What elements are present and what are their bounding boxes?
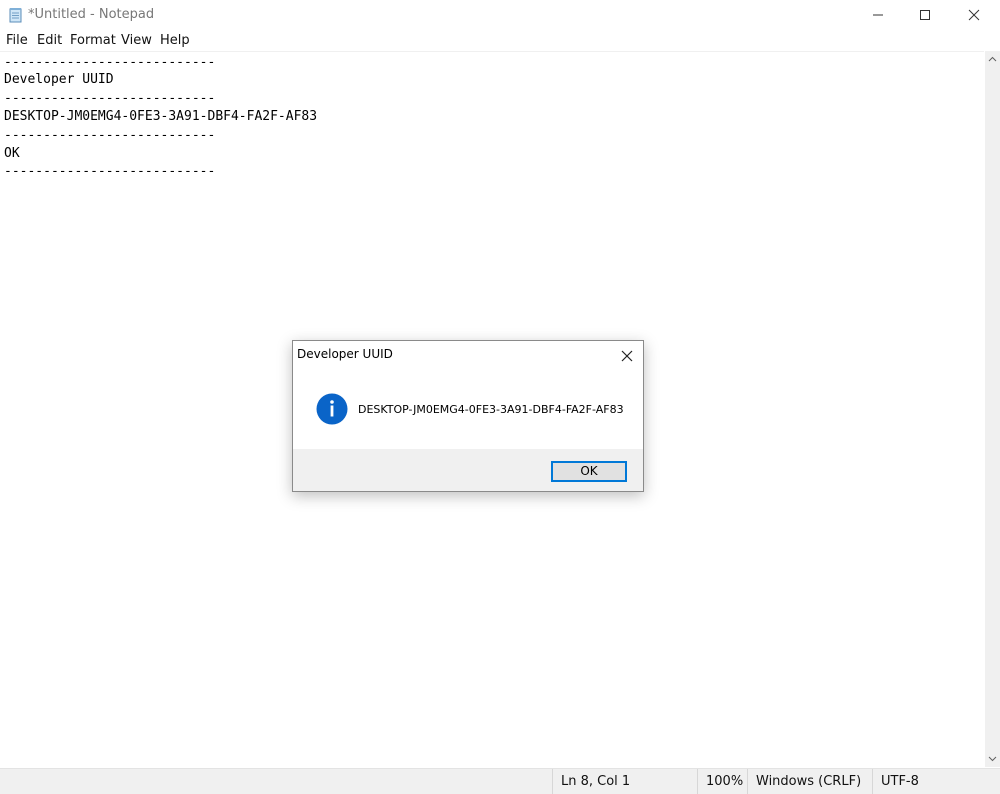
minimize-button[interactable]	[855, 0, 901, 30]
title-bar: *Untitled - Notepad	[0, 0, 1000, 30]
editor-line: ---------------------------	[4, 55, 216, 70]
editor-line: ---------------------------	[4, 128, 216, 143]
editor-line: OK	[4, 146, 20, 161]
maximize-button[interactable]	[902, 0, 948, 30]
dialog-close-button[interactable]	[617, 347, 637, 367]
scroll-up-icon[interactable]	[988, 56, 997, 62]
status-zoom: 100%	[697, 769, 747, 794]
close-icon	[621, 350, 633, 362]
status-bar: Ln 8, Col 1 100% Windows (CRLF) UTF-8	[0, 768, 1000, 794]
maximize-icon	[920, 10, 930, 20]
editor-line: Developer UUID	[4, 72, 114, 87]
menu-help[interactable]: Help	[160, 33, 190, 48]
message-dialog: Developer UUID DESKTOP-JM0EMG4-0FE3-3A91…	[292, 340, 644, 492]
dialog-footer: OK	[293, 449, 643, 491]
editor-line: DESKTOP-JM0EMG4-0FE3-3A91-DBF4-FA2F-AF83	[4, 109, 318, 124]
close-button[interactable]	[951, 0, 997, 30]
editor-line: ---------------------------	[4, 91, 216, 106]
menu-edit[interactable]: Edit	[37, 33, 62, 48]
vertical-scrollbar[interactable]	[985, 51, 1000, 767]
menu-format[interactable]: Format	[70, 33, 116, 48]
status-line-ending: Windows (CRLF)	[747, 769, 872, 794]
close-icon	[968, 9, 980, 21]
window-title: *Untitled - Notepad	[28, 7, 155, 22]
status-cursor-position: Ln 8, Col 1	[552, 769, 697, 794]
dialog-message: DESKTOP-JM0EMG4-0FE3-3A91-DBF4-FA2F-AF83	[358, 403, 624, 416]
scroll-down-icon[interactable]	[988, 756, 997, 762]
menu-bar: File Edit Format View Help	[0, 31, 1000, 51]
menu-file[interactable]: File	[6, 33, 28, 48]
info-icon	[316, 393, 348, 425]
status-encoding: UTF-8	[872, 769, 985, 794]
notepad-icon	[8, 7, 24, 23]
ok-button[interactable]: OK	[551, 461, 627, 482]
dialog-title: Developer UUID	[297, 347, 393, 361]
editor-line: ---------------------------	[4, 164, 216, 179]
minimize-icon	[873, 14, 883, 16]
menu-view[interactable]: View	[121, 33, 152, 48]
